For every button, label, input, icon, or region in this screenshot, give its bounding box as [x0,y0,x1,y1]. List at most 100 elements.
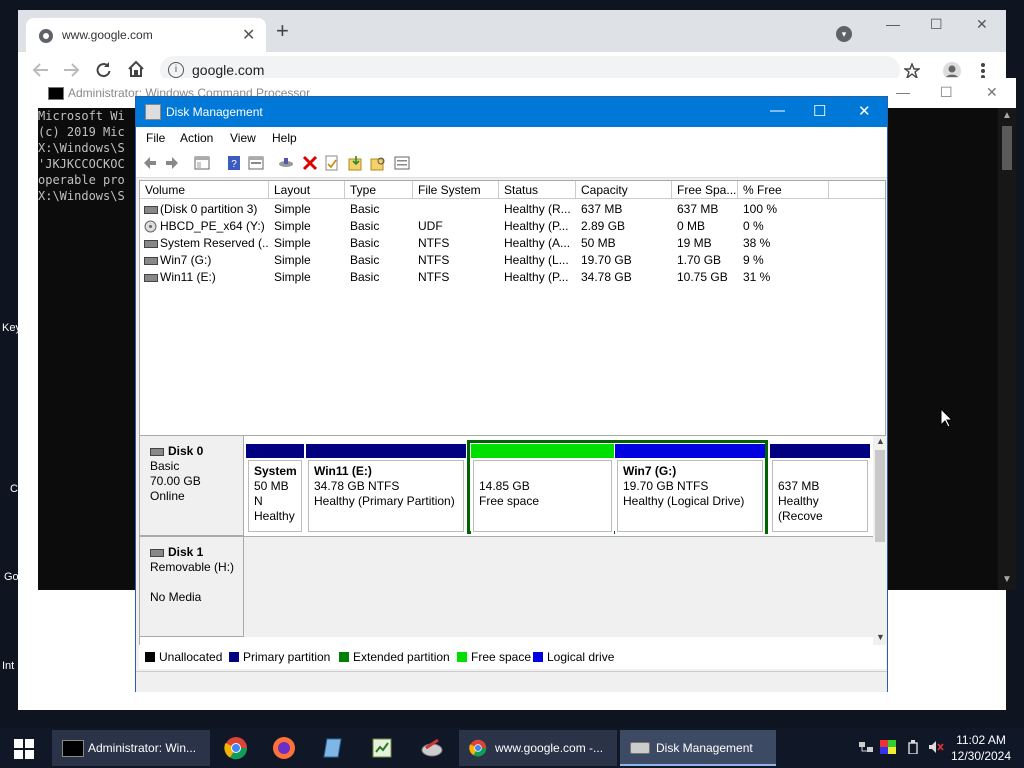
url-text[interactable]: google.com [192,62,264,78]
show-hide-console-tree-icon[interactable] [194,155,210,171]
maximize-button[interactable]: ☐ [930,16,943,33]
home-icon[interactable] [126,60,146,78]
column-header-percent-free[interactable]: % Free [738,181,829,199]
taskbar-item-disk-management[interactable]: Disk Management [620,730,776,766]
disk-pane-scrollbar[interactable]: ▲ ▼ [873,436,887,664]
column-header-file-system[interactable]: File System [413,181,499,199]
column-header-volume[interactable]: Volume [140,181,269,199]
taskbar-item-cmd[interactable]: Administrator: Win... [52,730,210,766]
menu-help[interactable]: Help [272,131,297,145]
column-header-type[interactable]: Type [345,181,413,199]
column-header-capacity[interactable]: Capacity [576,181,672,199]
taskbar-item-chrome[interactable]: www.google.com -... [459,730,617,766]
reload-icon[interactable] [94,61,112,79]
column-header-status[interactable]: Status [499,181,576,199]
chrome-tab[interactable]: www.google.com ✕ [26,18,266,52]
menu-action[interactable]: Action [180,131,213,145]
folder-search-icon[interactable] [370,155,386,171]
network-icon[interactable] [858,740,874,754]
cmd-scrollbar[interactable]: ▲ ▼ [998,108,1016,590]
table-row[interactable]: HBCD_PE_x64 (Y:) Simple Basic UDF Health… [140,219,885,236]
legend: Unallocated Primary partition Extended p… [139,645,886,669]
scroll-thumb[interactable] [875,450,885,542]
partition-win11[interactable]: Win11 (E:) 34.78 GB NTFS Healthy (Primar… [306,444,466,534]
clock-date: 12/30/2024 [950,749,1012,763]
legend-label: Logical drive [547,650,615,664]
close-tab-icon[interactable]: ✕ [242,25,255,45]
partition-status: Healthy (Primary Partition) [314,494,455,508]
star-icon[interactable] [904,63,920,79]
windows-start-icon[interactable] [14,739,34,759]
partition-status: Healthy (Logical Drive) [623,494,745,508]
partition-system-reserved[interactable]: System 50 MB N Healthy [246,444,304,534]
cell-status: Healthy (L... [504,253,569,267]
close-button[interactable]: ✕ [986,84,998,101]
taskbar-clock[interactable]: 11:02 AM 12/30/2024 [946,732,1016,764]
desktop-icon-label[interactable]: Int [2,660,14,672]
cell-percent-free: 100 % [743,202,778,216]
partition-box: System 50 MB N Healthy [248,460,302,532]
table-row[interactable]: (Disk 0 partition 3) Simple Basic Health… [140,202,885,219]
remote-tool-icon[interactable] [420,736,444,760]
legend-swatch [457,652,467,662]
disk-1-header[interactable]: Disk 1 Removable (H:) No Media [140,537,244,637]
scroll-down-icon[interactable]: ▼ [876,632,885,642]
disk-type: Basic [150,459,180,473]
firefox-icon[interactable] [272,736,296,760]
forward-icon[interactable] [62,62,80,78]
partition-recovery[interactable]: 637 MB Healthy (Recove [770,444,870,534]
partition-bar [471,444,614,458]
import-icon[interactable] [348,155,364,171]
disk-type: Removable (H:) [150,560,235,574]
check-disk-icon[interactable] [324,155,340,171]
new-tab-button[interactable]: + [276,20,289,42]
close-button[interactable]: ✕ [858,102,871,120]
partition-free-space[interactable]: 14.85 GB Free space [471,444,614,534]
forward-icon[interactable] [164,155,180,171]
minimize-button[interactable]: — [896,84,910,100]
table-row[interactable]: Win11 (E:) Simple Basic NTFS Healthy (P.… [140,270,885,287]
delete-icon[interactable] [302,155,318,171]
table-row[interactable]: System Reserved (... Simple Basic NTFS H… [140,236,885,253]
chrome-icon[interactable] [224,736,248,760]
disk-0-header[interactable]: Disk 0 Basic 70.00 GB Online [140,436,244,536]
tab-search-icon[interactable]: ▾ [836,26,852,42]
properties-icon[interactable] [248,155,264,171]
connect-disk-icon[interactable] [278,155,294,171]
close-button[interactable]: ✕ [976,16,988,33]
dm-titlebar[interactable]: Disk Management — ☐ ✕ [136,97,887,127]
cell-file-system: NTFS [418,236,450,250]
maximize-button[interactable]: ☐ [813,102,826,120]
scroll-down-icon[interactable]: ▼ [1002,574,1012,585]
partition-size: 637 MB [778,479,820,493]
scroll-up-icon[interactable]: ▲ [1002,110,1012,121]
cell-free-space: 1.70 GB [677,253,722,267]
column-header-layout[interactable]: Layout [269,181,345,199]
minimize-button[interactable]: — [886,16,900,32]
scroll-thumb[interactable] [1002,126,1012,170]
column-header-free-space[interactable]: Free Spa... [672,181,738,199]
menu-file[interactable]: File [146,131,165,145]
desktop-icon-label[interactable]: C [10,483,18,495]
minimize-button[interactable]: — [770,102,785,119]
back-icon[interactable] [32,62,50,78]
scroll-up-icon[interactable]: ▲ [876,436,885,446]
notepad-icon[interactable] [322,736,346,760]
usb-drive-icon[interactable] [905,740,921,754]
legend-label: Unallocated [159,650,223,664]
disk-layout-pane[interactable]: Disk 0 Basic 70.00 GB Online System 50 M… [139,435,887,667]
info-icon[interactable]: i [168,62,184,78]
help-icon[interactable]: ? [226,155,242,171]
list-view-icon[interactable] [394,155,410,171]
maximize-button[interactable]: ☐ [940,84,953,101]
desktop-icon-label[interactable]: Go [4,571,19,583]
disk-management-window: Disk Management — ☐ ✕ File Action View H… [135,96,888,692]
table-row[interactable]: Win7 (G:) Simple Basic NTFS Healthy (L..… [140,253,885,270]
back-icon[interactable] [142,155,158,171]
volume-muted-icon[interactable] [928,740,944,754]
legend-label: Primary partition [243,650,331,664]
partition-win7[interactable]: Win7 (G:) 19.70 GB NTFS Healthy (Logical… [615,444,765,534]
spreadsheet-icon[interactable] [370,736,394,760]
display-icon[interactable] [880,740,896,754]
menu-view[interactable]: View [230,131,256,145]
